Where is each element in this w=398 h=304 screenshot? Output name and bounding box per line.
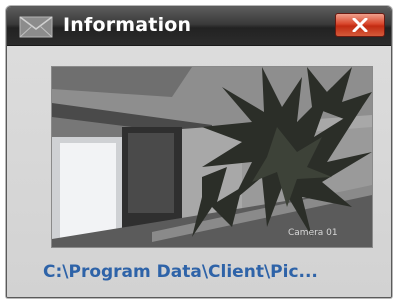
information-window: Information Camera 01 C:\Program Data\Cl… <box>6 6 392 298</box>
envelope-icon <box>19 16 53 38</box>
camera-watermark: Camera 01 <box>288 228 338 238</box>
file-path-link[interactable]: C:\Program Data\Client\Pic... <box>43 262 318 282</box>
dialog-content: Camera 01 C:\Program Data\Client\Pic... <box>7 46 391 297</box>
title-bar[interactable]: Information <box>7 7 391 46</box>
window-title: Information <box>63 14 192 36</box>
close-button[interactable] <box>335 13 385 37</box>
close-x-icon <box>352 18 368 32</box>
snapshot-thumbnail[interactable]: Camera 01 <box>51 66 373 248</box>
